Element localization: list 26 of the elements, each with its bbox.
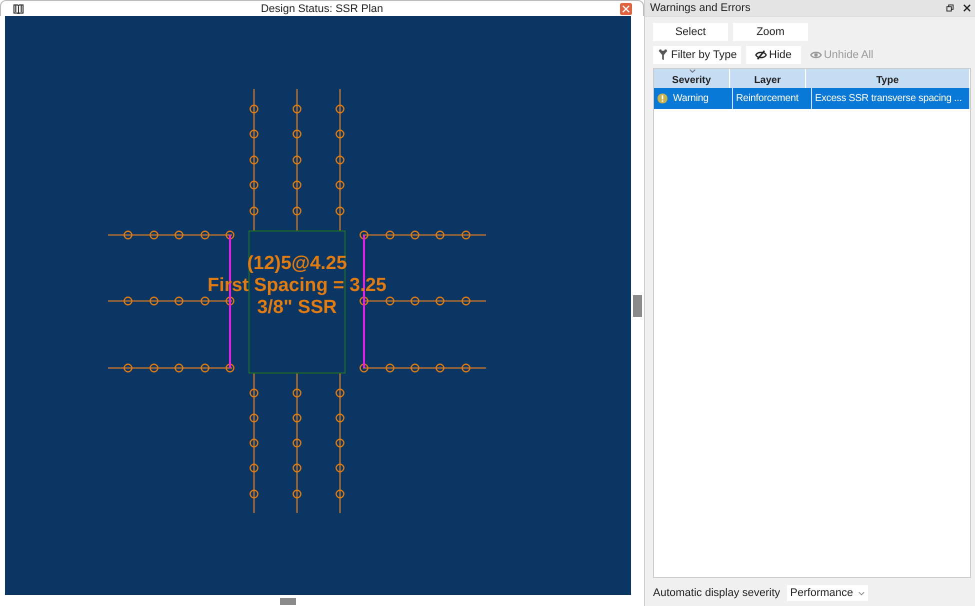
warning-icon bbox=[657, 93, 668, 104]
action-button[interactable]: Select bbox=[653, 23, 728, 41]
action-button[interactable]: Zoom bbox=[733, 23, 808, 41]
rail-label: (12)5@4.25 bbox=[247, 253, 347, 274]
table-cell: Excess SSR transverse spacing ... bbox=[815, 93, 962, 104]
eye-icon bbox=[810, 49, 822, 61]
book-icon bbox=[13, 4, 24, 14]
table-cell: Warning bbox=[673, 93, 708, 104]
table-cell: Reinforcement bbox=[736, 93, 798, 104]
filter-icon bbox=[657, 49, 669, 61]
close-icon[interactable] bbox=[963, 4, 971, 12]
table-row[interactable]: Warning Reinforcement Excess SSR transverse spacing ... bbox=[654, 88, 970, 109]
filter-button[interactable]: Filter by Type bbox=[653, 46, 741, 64]
severity-dropdown[interactable]: Performance bbox=[787, 585, 868, 601]
close-button[interactable] bbox=[620, 2, 632, 14]
rail-label: 3/8" SSR bbox=[257, 297, 337, 318]
sort-caret-icon bbox=[688, 69, 696, 73]
hide-button[interactable]: Hide bbox=[746, 46, 801, 64]
restore-icon[interactable] bbox=[946, 4, 954, 12]
scroll-handle[interactable] bbox=[280, 598, 296, 605]
panel-title: Warnings and Errors bbox=[650, 2, 752, 14]
hidden-eye-icon bbox=[755, 49, 768, 61]
splitter-handle[interactable] bbox=[633, 294, 642, 316]
window-title: Design Status: SSR Plan bbox=[260, 2, 384, 14]
dropdown-caret-icon bbox=[858, 590, 866, 596]
severity-label: Automatic display severity bbox=[653, 587, 780, 599]
